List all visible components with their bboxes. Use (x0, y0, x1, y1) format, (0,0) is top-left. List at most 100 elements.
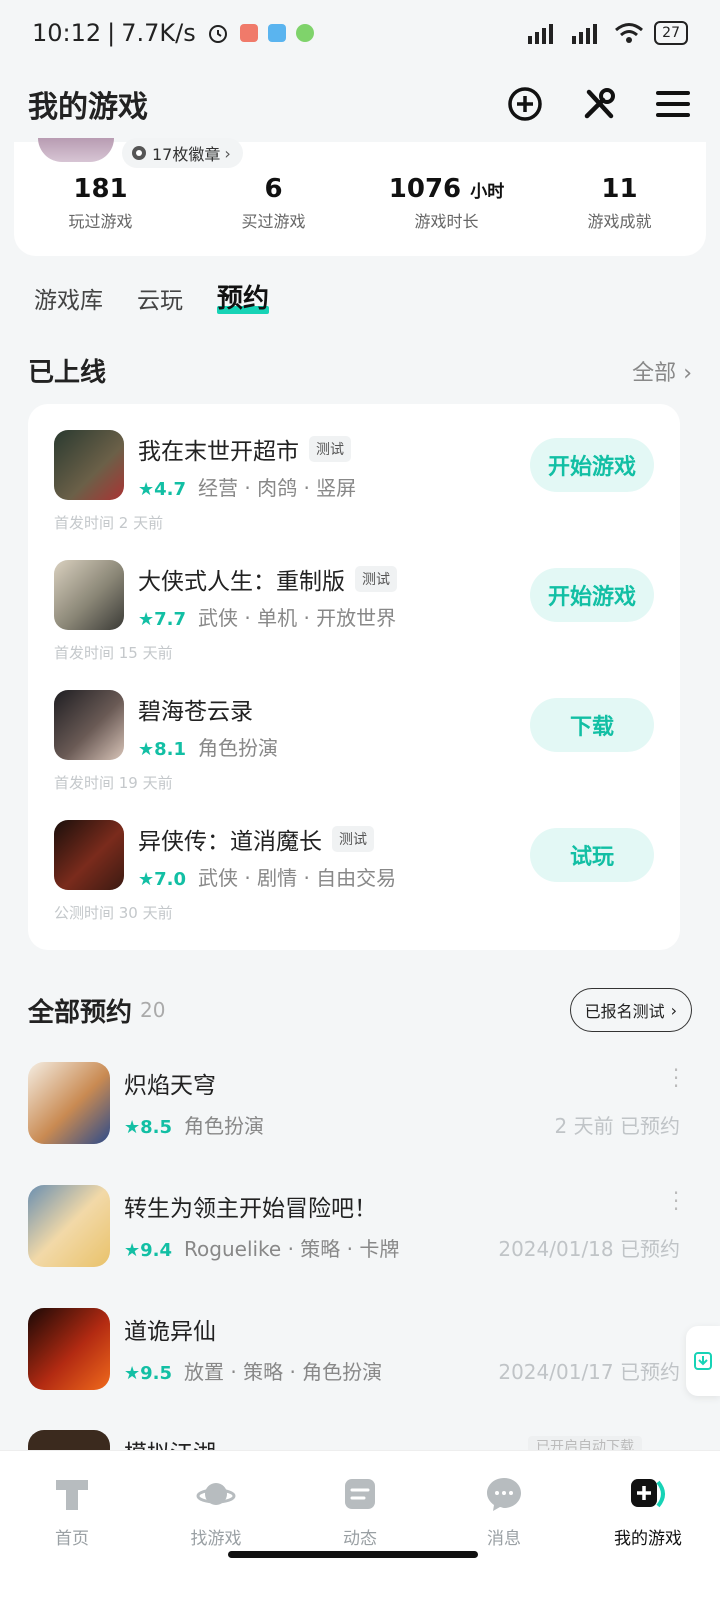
game-icon (28, 1185, 110, 1267)
sub-tabs: 游戏库 云玩 预约 (34, 278, 270, 315)
stat-playtime[interactable]: 1076 小时 游戏时长 (360, 174, 533, 232)
release-time: 首发时间 19 天前 (54, 774, 173, 792)
bottom-navigation: 首页 找游戏 动态 消息 我的游戏 (0, 1450, 720, 1600)
rating: ★4.7 (138, 479, 187, 500)
page-title: 我的游戏 (28, 90, 148, 125)
avatar[interactable] (38, 138, 114, 162)
see-all-link[interactable]: 全部 › (632, 355, 692, 387)
game-name: 异侠传：道消魔长 (138, 829, 322, 855)
reservation-item[interactable]: 道诡异仙 ★9.5 放置 · 策略 · 角色扮演 2024/01/17 已预约 (28, 1308, 692, 1392)
stat-played[interactable]: 181 玩过游戏 (14, 174, 187, 232)
stat-value: 11 (601, 174, 638, 204)
game-name: 模拟江湖 (124, 1434, 216, 1450)
stat-achievements[interactable]: 11 游戏成就 (533, 174, 706, 232)
reservation-item-partial[interactable]: 模拟江湖 已开启自动下载 (28, 1430, 692, 1450)
tab-reservations[interactable]: 预约 (217, 278, 270, 315)
genres: 角色扮演 (184, 1114, 265, 1138)
game-icon (28, 1430, 110, 1450)
game-icon (54, 690, 124, 760)
app-notif-icon-green (295, 24, 314, 42)
reservation-date: 2 天前 已预约 (554, 1114, 680, 1138)
chevron-right-icon: › (670, 1000, 677, 1020)
online-games-card: 我在末世开超市 测试 ★4.7 经营 · 肉鸽 · 竖屏 首发时间 2 天前 开始游… (28, 404, 680, 950)
game-icon (28, 1308, 110, 1390)
test-tag: 测试 (309, 436, 351, 462)
release-time: 公测时间 30 天前 (54, 904, 173, 922)
status-bar: 10:12 | 7.7K/s 27 (0, 0, 720, 66)
notification-icons (206, 21, 314, 45)
rating: ★9.4 (124, 1240, 173, 1261)
top-bar: 我的游戏 (0, 66, 720, 142)
nav-label: 首页 (55, 1529, 89, 1549)
game-name: 炽焰天穹 (124, 1073, 216, 1099)
start-game-button[interactable]: 开始游戏 (530, 438, 654, 492)
system-icons: 27 (526, 21, 688, 45)
reservation-item[interactable]: 转生为领主开始冒险吧！ ★9.4 Roguelike · 策略 · 卡牌 2024… (28, 1183, 692, 1269)
game-row[interactable]: 异侠传：道消魔长 测试 ★7.0 武侠 · 剧情 · 自由交易 公测时间 30 天前… (54, 820, 654, 950)
nav-label: 找游戏 (190, 1529, 242, 1549)
start-game-button[interactable]: 开始游戏 (530, 568, 654, 622)
game-name: 碧海苍云录 (138, 699, 253, 725)
tab-cloud[interactable]: 云玩 (137, 281, 183, 315)
nav-feed[interactable]: 动态 (288, 1451, 432, 1555)
game-icon (54, 560, 124, 630)
auto-download-chip: 已开启自动下载 (528, 1436, 642, 1450)
nav-label: 动态 (343, 1529, 377, 1549)
home-icon (56, 1480, 88, 1510)
tools-button[interactable] (580, 85, 618, 123)
add-button[interactable] (506, 85, 544, 123)
top-actions (506, 85, 692, 123)
app-notif-icon-red (239, 24, 258, 42)
game-icon (28, 1062, 110, 1144)
rating: ★8.5 (124, 1117, 173, 1138)
game-name: 道诡异仙 (124, 1319, 216, 1345)
stat-value: 6 (264, 174, 283, 204)
reservation-date: 2024/01/18 已预约 (498, 1237, 680, 1261)
game-icon (54, 820, 124, 890)
game-row[interactable]: 我在末世开超市 测试 ★4.7 经营 · 肉鸽 · 竖屏 首发时间 2 天前 开始游… (54, 430, 654, 560)
stat-label: 买过游戏 (241, 212, 306, 231)
chevron-right-icon: › (683, 360, 692, 386)
stat-label: 游戏成就 (587, 212, 652, 231)
release-time: 首发时间 15 天前 (54, 644, 173, 662)
badges-chip[interactable]: 17枚徽章 › (122, 138, 243, 168)
nav-discover[interactable]: 找游戏 (144, 1451, 288, 1555)
tab-library[interactable]: 游戏库 (34, 281, 103, 315)
registered-test-filter-button[interactable]: 已报名测试 › (569, 988, 692, 1032)
app-notif-icon-blue (267, 24, 286, 42)
home-indicator[interactable] (228, 1551, 478, 1558)
download-button[interactable]: 下载 (530, 698, 654, 752)
nav-label: 消息 (487, 1529, 521, 1549)
badge-icon (132, 146, 146, 160)
chevron-right-icon: › (224, 143, 231, 163)
floating-download-button[interactable] (686, 1326, 720, 1396)
trial-button[interactable]: 试玩 (530, 828, 654, 882)
test-tag: 测试 (332, 826, 374, 852)
game-row[interactable]: 碧海苍云录 ★8.1 角色扮演 首发时间 19 天前 下载 (54, 690, 654, 820)
separator: | (107, 19, 116, 47)
release-time: 首发时间 2 天前 (54, 514, 164, 532)
more-options-icon[interactable]: · · · (672, 1060, 680, 1096)
nav-messages[interactable]: 消息 (432, 1451, 576, 1555)
plus-circle-icon (508, 87, 542, 121)
game-icon (54, 430, 124, 500)
nav-home[interactable]: 首页 (0, 1451, 144, 1555)
game-row[interactable]: 大侠式人生：重制版 测试 ★7.7 武侠 · 单机 · 开放世界 首发时间 15 天… (54, 560, 654, 690)
gamepad-icon (631, 1479, 665, 1508)
section-title: 全部预约 (28, 997, 133, 1028)
stat-bought[interactable]: 6 买过游戏 (187, 174, 360, 232)
menu-button[interactable] (654, 85, 692, 123)
section-title: 已上线 (28, 358, 107, 388)
nav-my-games[interactable]: 我的游戏 (576, 1451, 720, 1555)
reservation-count: 20 (140, 998, 166, 1022)
clock: 10:12 (32, 19, 102, 47)
online-section-header: 已上线 全部 › (28, 352, 692, 389)
signal-icon-2 (572, 24, 598, 44)
more-options-icon[interactable]: · · · (672, 1183, 680, 1219)
reservation-date: 2024/01/17 已预约 (498, 1360, 680, 1384)
reservation-item[interactable]: 炽焰天穹 ★8.5 角色扮演 2 天前 已预约 · · · (28, 1060, 692, 1146)
rating: ★7.7 (138, 609, 187, 630)
reservations-section-header: 全部预约 20 已报名测试 › (28, 988, 692, 1032)
stat-unit: 小时 (470, 182, 505, 202)
nav-label: 我的游戏 (614, 1529, 682, 1549)
